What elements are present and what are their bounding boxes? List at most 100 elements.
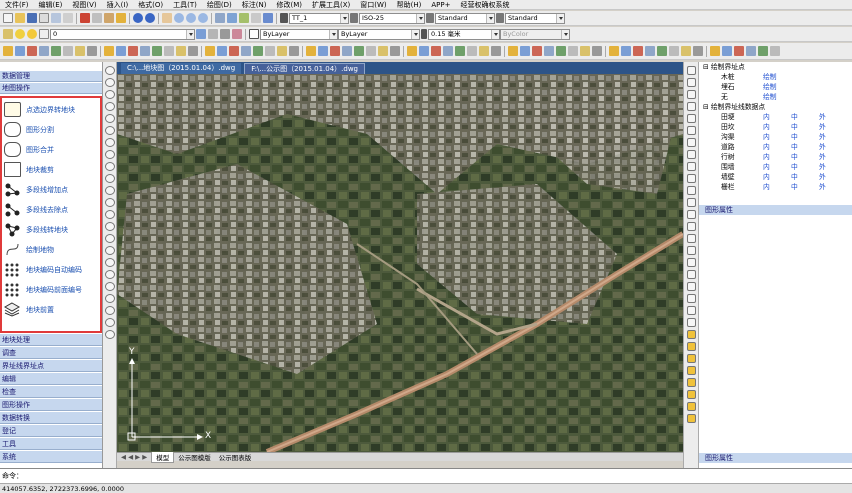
draw-tool-icon[interactable] xyxy=(105,138,115,147)
position-link-c[interactable]: 外 xyxy=(819,162,847,172)
osnap-tool-icon[interactable] xyxy=(734,46,744,56)
modify-tool-icon[interactable] xyxy=(687,90,696,99)
zoom-previous-icon[interactable] xyxy=(198,13,208,23)
position-link-b[interactable]: 中 xyxy=(791,162,819,172)
position-link-a[interactable]: 内 xyxy=(763,182,791,192)
draw-tool-icon[interactable] xyxy=(105,114,115,123)
modify-tool-icon[interactable] xyxy=(687,162,696,171)
draw-tool-icon[interactable] xyxy=(105,198,115,207)
modify-tool-icon[interactable] xyxy=(687,390,696,399)
position-link-b[interactable]: 中 xyxy=(791,112,819,122)
color-select[interactable]: ByLayer xyxy=(260,28,338,40)
zoom-window-icon[interactable] xyxy=(186,13,196,23)
draw-tool-icon[interactable] xyxy=(105,270,115,279)
modify-tool-icon[interactable] xyxy=(687,78,696,87)
left-section-header[interactable]: 数据转换 xyxy=(0,412,102,424)
draw-tool-icon[interactable] xyxy=(105,306,115,315)
copy-icon[interactable] xyxy=(92,13,102,23)
tool-select-boundary-to-parcel[interactable]: 点选边界转地块 xyxy=(4,100,100,119)
osnap-tool-icon[interactable] xyxy=(3,46,13,56)
position-link-a[interactable]: 内 xyxy=(763,152,791,162)
osnap-tool-icon[interactable] xyxy=(342,46,352,56)
doc-tab-parcel-map[interactable]: C:\...地块图（2015.01.04）.dwg xyxy=(121,63,242,74)
print-icon[interactable] xyxy=(39,13,49,23)
osnap-tool-icon[interactable] xyxy=(27,46,37,56)
section-boundary-line-points[interactable]: ⊟ 绘制界址线数据点 xyxy=(699,102,852,112)
position-link-a[interactable]: 内 xyxy=(763,142,791,152)
position-link-b[interactable]: 中 xyxy=(791,172,819,182)
position-link-c[interactable]: 外 xyxy=(819,132,847,142)
section-boundary-points[interactable]: ⊟ 绘制界址点 xyxy=(699,62,852,72)
text-style-select[interactable]: TT_1 xyxy=(289,12,349,24)
data-management-header[interactable]: 数据管理 xyxy=(0,71,102,82)
osnap-tool-icon[interactable] xyxy=(378,46,388,56)
osnap-tool-icon[interactable] xyxy=(176,46,186,56)
paste-icon[interactable] xyxy=(104,13,114,23)
osnap-tool-icon[interactable] xyxy=(164,46,174,56)
position-link-a[interactable]: 内 xyxy=(763,132,791,142)
layer-previous-icon[interactable] xyxy=(208,29,218,39)
menu-format[interactable]: 格式(O) xyxy=(133,0,168,10)
modify-tool-icon[interactable] xyxy=(687,414,696,423)
osnap-tool-icon[interactable] xyxy=(330,46,340,56)
osnap-tool-icon[interactable] xyxy=(39,46,49,56)
menu-file[interactable]: 文件(F) xyxy=(0,0,34,10)
map-operations-header[interactable]: 地图操作 xyxy=(0,83,102,94)
osnap-tool-icon[interactable] xyxy=(229,46,239,56)
draw-tool-icon[interactable] xyxy=(105,222,115,231)
tool-auto-code-parcel[interactable]: 地块编码自动编码 xyxy=(4,260,100,279)
menu-draw[interactable]: 绘图(D) xyxy=(202,0,237,10)
left-section-header[interactable]: 工具 xyxy=(0,438,102,450)
osnap-tool-icon[interactable] xyxy=(580,46,590,56)
draw-tool-icon[interactable] xyxy=(105,102,115,111)
osnap-tool-icon[interactable] xyxy=(265,46,275,56)
draw-tool-icon[interactable] xyxy=(105,234,115,243)
osnap-tool-icon[interactable] xyxy=(390,46,400,56)
menu-dimension[interactable]: 标注(N) xyxy=(237,0,272,10)
modify-tool-icon[interactable] xyxy=(687,138,696,147)
left-section-header[interactable]: 编辑 xyxy=(0,373,102,385)
osnap-tool-icon[interactable] xyxy=(681,46,691,56)
menu-modify[interactable]: 修改(M) xyxy=(271,0,307,10)
modify-tool-icon[interactable] xyxy=(687,378,696,387)
osnap-tool-icon[interactable] xyxy=(592,46,602,56)
osnap-tool-icon[interactable] xyxy=(318,46,328,56)
modify-tool-icon[interactable] xyxy=(687,150,696,159)
cut-icon[interactable] xyxy=(80,13,90,23)
modify-tool-icon[interactable] xyxy=(687,354,696,363)
osnap-tool-icon[interactable] xyxy=(657,46,667,56)
osnap-tool-icon[interactable] xyxy=(431,46,441,56)
modify-tool-icon[interactable] xyxy=(687,342,696,351)
osnap-tool-icon[interactable] xyxy=(645,46,655,56)
left-section-header[interactable]: 调查 xyxy=(0,347,102,359)
osnap-tool-icon[interactable] xyxy=(63,46,73,56)
modify-tool-icon[interactable] xyxy=(687,114,696,123)
osnap-tool-icon[interactable] xyxy=(520,46,530,56)
properties-icon[interactable] xyxy=(215,13,225,23)
modify-tool-icon[interactable] xyxy=(687,210,696,219)
osnap-tool-icon[interactable] xyxy=(746,46,756,56)
draw-tool-icon[interactable] xyxy=(105,258,115,267)
shape-properties-footer[interactable]: 图形属性 xyxy=(699,453,852,463)
menu-view[interactable]: 视图(V) xyxy=(67,0,101,10)
position-link-c[interactable]: 外 xyxy=(819,122,847,132)
menu-rights-system[interactable]: 经营权确权系统 xyxy=(456,0,515,10)
osnap-tool-icon[interactable] xyxy=(532,46,542,56)
osnap-tool-icon[interactable] xyxy=(491,46,501,56)
modify-tool-icon[interactable] xyxy=(687,402,696,411)
osnap-tool-icon[interactable] xyxy=(289,46,299,56)
osnap-tool-icon[interactable] xyxy=(205,46,215,56)
position-link-b[interactable]: 中 xyxy=(791,182,819,192)
left-section-header[interactable]: 界址线界址点 xyxy=(0,360,102,372)
position-link-c[interactable]: 外 xyxy=(819,172,847,182)
left-section-header[interactable]: 地块处理 xyxy=(0,334,102,346)
modify-tool-icon[interactable] xyxy=(687,126,696,135)
osnap-tool-icon[interactable] xyxy=(306,46,316,56)
position-link-c[interactable]: 外 xyxy=(819,182,847,192)
tab-model[interactable]: 模型 xyxy=(151,451,175,463)
position-link-c[interactable]: 外 xyxy=(819,112,847,122)
osnap-tool-icon[interactable] xyxy=(455,46,465,56)
redo-icon[interactable] xyxy=(145,13,155,23)
osnap-tool-icon[interactable] xyxy=(51,46,61,56)
make-current-layer-icon[interactable] xyxy=(196,29,206,39)
